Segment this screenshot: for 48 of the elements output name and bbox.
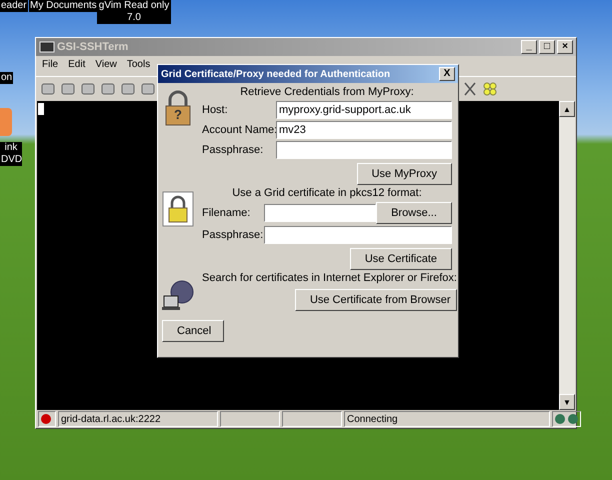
scrollbar[interactable]: ▲ ▼ [559, 101, 575, 410]
host-label: grid-data.rl.ac.uk:2222 [58, 411, 218, 427]
desktop-icon-label[interactable]: eader [0, 0, 28, 12]
close-button[interactable]: × [557, 40, 573, 54]
menu-item[interactable]: Tools [126, 59, 150, 73]
minimize-button[interactable]: _ [521, 40, 537, 54]
field-label: Host: [202, 104, 229, 116]
menu-item[interactable]: File [42, 59, 58, 73]
scroll-up-button[interactable]: ▲ [559, 101, 575, 117]
section-heading: Use a Grid certificate in pkcs12 format: [231, 187, 423, 200]
flower-icon[interactable] [482, 81, 498, 97]
browse-button[interactable]: Browse... [376, 202, 452, 224]
section-heading: Retrieve Credentials from MyProxy: [239, 86, 415, 99]
status-light-icon [568, 414, 578, 424]
status-light-icon [555, 414, 565, 424]
window-title: GSI-SSHTerm [57, 41, 130, 53]
use-myproxy-button[interactable]: Use MyProxy [356, 163, 452, 185]
input-field[interactable]: myproxy.grid-support.ac.uk [276, 101, 452, 119]
desktop-icon-label[interactable]: My Documents [29, 0, 98, 12]
menu-item[interactable]: Edit [68, 59, 86, 73]
input-field[interactable] [276, 141, 452, 159]
status-cell [282, 411, 342, 427]
section-heading: Search for certificates in Internet Explorer or Firefox: [202, 272, 457, 285]
status-icon [41, 414, 51, 424]
desktop-icon-label[interactable]: ink DVD [0, 142, 22, 166]
input-field[interactable] [264, 226, 452, 244]
text-cursor [38, 103, 44, 115]
dialog-title: Grid Certificate/Proxy needed for Authentication [161, 68, 392, 80]
input-field[interactable]: mv23 [276, 121, 452, 139]
close-button[interactable]: X [439, 67, 455, 81]
field-label: Account Name: [202, 124, 276, 136]
field-label: Passphrase: [202, 144, 264, 156]
menu-item[interactable]: View [95, 59, 117, 73]
desktop-icon-label[interactable]: gVim Read only 7.0 [97, 0, 171, 24]
use-browser-certificate-button[interactable]: Use Certificate from Browser [294, 289, 457, 311]
question-mark: ? [174, 108, 182, 122]
scroll-down-button[interactable]: ▼ [559, 394, 575, 410]
use-certificate-button[interactable]: Use Certificate [350, 248, 452, 270]
padlock-icon [162, 191, 194, 227]
maximize-button[interactable]: □ [539, 40, 555, 54]
desktop-icon-label[interactable]: on [0, 72, 14, 84]
field-label: Filename: [202, 207, 252, 219]
status-cell [220, 411, 280, 427]
field-label: Passphrase: [202, 229, 264, 241]
filename-field[interactable] [264, 204, 376, 222]
connection-status: Connecting [344, 411, 550, 427]
cancel-button[interactable]: Cancel [162, 320, 224, 342]
scissors-icon[interactable] [462, 81, 478, 97]
